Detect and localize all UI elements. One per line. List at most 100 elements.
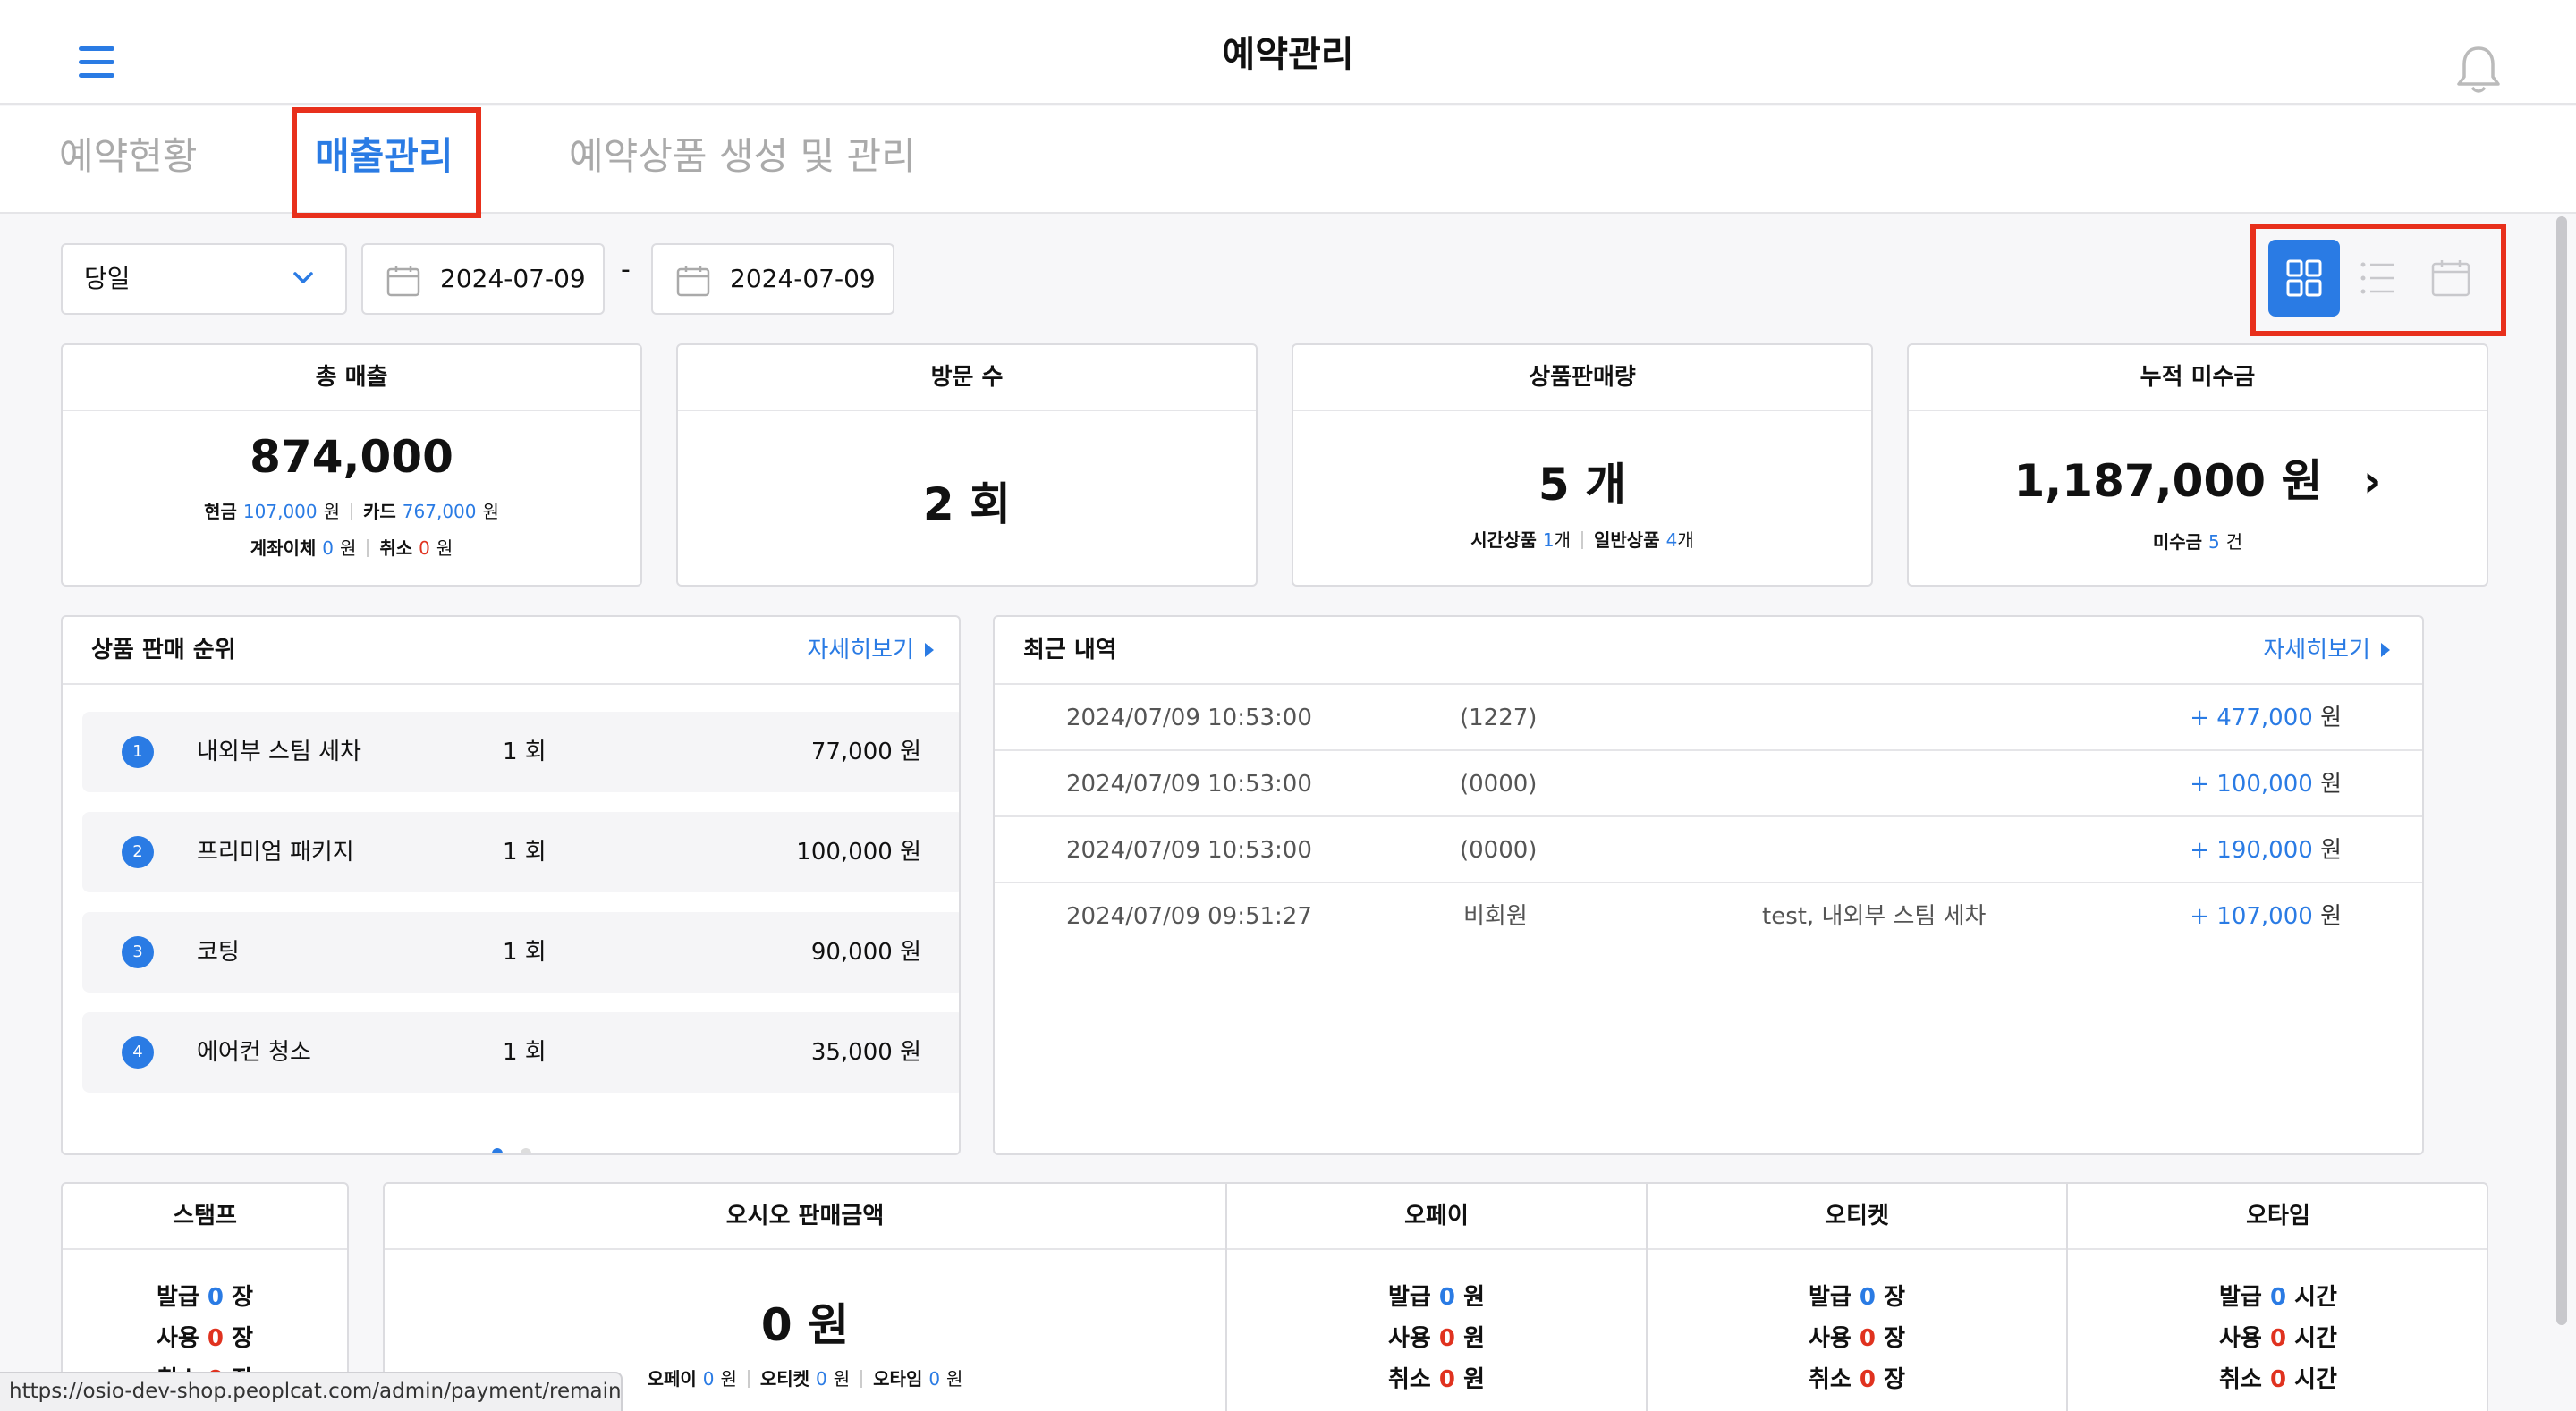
payment-breakdown-row2: 계좌이체 0 원 취소 0 원 [63, 534, 640, 560]
ranking-item[interactable]: 1 내외부 스팀 세차 1 회 77,000 원 [82, 712, 959, 792]
history-more-link[interactable]: 자세히보기 [2263, 617, 2390, 683]
stat-unit: 원 [1463, 1325, 1485, 1352]
cancel-value: 0 [419, 537, 430, 559]
calendar-view-icon [2431, 260, 2470, 297]
rank-number: 4 [122, 1036, 154, 1069]
history-row[interactable]: 2024/07/09 10:53:00 (1227) + 477,000 원 [995, 685, 2422, 751]
period-select[interactable]: 당일 [61, 243, 347, 315]
stat-label: 발급 [1809, 1284, 1852, 1311]
history-customer: (0000) [1460, 771, 1538, 798]
tab-sales-management[interactable]: 매출관리 [315, 106, 453, 212]
stat-value: 0 [1859, 1325, 1876, 1352]
history-amount-wrap: + 190,000 원 [2190, 817, 2342, 883]
triangle-right-icon [925, 643, 934, 657]
stat-value: 0 [1438, 1284, 1455, 1311]
ranking-item[interactable]: 3 코팅 1 회 90,000 원 [82, 912, 959, 993]
ranking-more-link[interactable]: 자세히보기 [807, 617, 934, 683]
stat-value: 0 [2269, 1366, 2287, 1393]
stat-label: 발급 [2219, 1284, 2262, 1311]
oticket-issue: 발급 0 장 [1648, 1277, 2066, 1318]
rank-product-name: 프리미엄 패키지 [197, 839, 354, 866]
history-customer: (1227) [1460, 705, 1538, 731]
vertical-scrollbar[interactable] [2556, 216, 2567, 1325]
oticket-value: 0 [816, 1368, 827, 1390]
stat-unit: 장 [1884, 1366, 1905, 1393]
osio-sales-title: 오시오 판매금액 [385, 1184, 1225, 1250]
rank-number: 3 [122, 936, 154, 968]
calendar-icon [386, 266, 420, 297]
stat-label: 발급 [157, 1284, 199, 1311]
rank-number: 2 [122, 836, 154, 868]
otime-cancel: 취소 0 시간 [2068, 1359, 2487, 1400]
grid-view-button[interactable] [2268, 240, 2340, 317]
tab-product-management[interactable]: 예약상품 생성 및 관리 [569, 106, 916, 212]
general-product-value: 4 [1665, 529, 1678, 551]
history-row[interactable]: 2024/07/09 10:53:00 (0000) + 100,000 원 [995, 751, 2422, 817]
history-product: test, 내외부 스팀 세차 [1762, 903, 1987, 930]
history-amount-wrap: + 107,000 원 [2190, 883, 2342, 950]
history-customer: 비회원 [1463, 903, 1528, 930]
transfer-value: 0 [322, 537, 335, 559]
pagination-dot[interactable] [521, 1148, 531, 1153]
opay-use: 사용 0 원 [1227, 1318, 1646, 1359]
chevron-right-icon[interactable]: › [2363, 455, 2382, 507]
opay-section: 오페이 발급 0 원 사용 0 원 취소 0 원 [1227, 1184, 1646, 1400]
calendar-view-button[interactable] [2413, 240, 2485, 317]
list-view-button[interactable] [2342, 240, 2413, 317]
rank-number: 1 [122, 736, 154, 768]
stamp-use: 사용 0 장 [63, 1318, 347, 1359]
otime-title: 오타임 [2068, 1184, 2487, 1250]
ranking-item[interactable]: 4 에어컨 청소 1 회 35,000 원 [82, 1012, 959, 1093]
receivables-value-row: 1,187,000 원 › [1909, 445, 2487, 510]
pagination-dot-active[interactable] [492, 1148, 503, 1153]
stat-unit: 원 [1463, 1284, 1485, 1311]
stat-unit: 원 [1463, 1366, 1485, 1393]
history-more-label: 자세히보기 [2263, 637, 2370, 663]
receivables-count-unit: 건 [2225, 531, 2243, 553]
history-unit: 원 [2320, 771, 2342, 798]
cancel-label: 취소 [379, 537, 413, 559]
history-amount-wrap: + 100,000 원 [2190, 751, 2342, 817]
oticket-use: 사용 0 장 [1648, 1318, 2066, 1359]
receivables-card[interactable]: 누적 미수금 1,187,000 원 › 미수금 5 건 [1907, 343, 2488, 587]
history-unit: 원 [2320, 705, 2342, 731]
stat-unit: 장 [232, 1284, 253, 1311]
ranking-item[interactable]: 2 프리미엄 패키지 1 회 100,000 원 [82, 812, 959, 892]
history-amount: + 100,000 [2190, 771, 2313, 798]
start-date-field[interactable]: 2024-07-09 [361, 243, 605, 315]
general-product-unit: 개 [1677, 529, 1694, 551]
cash-unit: 원 [323, 501, 340, 522]
opay-label: 오페이 [647, 1368, 697, 1390]
rank-count: 1 회 [503, 739, 547, 765]
end-date-field[interactable]: 2024-07-09 [651, 243, 894, 315]
tab-reservation-status[interactable]: 예약현황 [59, 106, 198, 212]
visits-value: 2 회 [922, 478, 1012, 530]
grid-view-icon [2286, 259, 2322, 297]
history-amount: + 107,000 [2190, 903, 2313, 930]
history-amount-wrap: + 477,000 원 [2190, 685, 2342, 751]
visits-title: 방문 수 [678, 345, 1256, 411]
history-row[interactable]: 2024/07/09 09:51:27 비회원 test, 내외부 스팀 세차 … [995, 883, 2422, 950]
bell-icon[interactable] [2456, 45, 2501, 97]
stat-label: 사용 [1809, 1325, 1852, 1352]
stat-unit: 장 [1884, 1284, 1905, 1311]
rank-product-name: 코팅 [197, 939, 240, 966]
products-sold-card: 상품판매량 5 개 시간상품 1개 일반상품 4개 [1292, 343, 1873, 587]
payment-breakdown-row1: 현금 107,000 원 카드 767,000 원 [63, 497, 640, 523]
otime-section: 오타임 발급 0 시간 사용 0 시간 취소 0 시간 [2068, 1184, 2487, 1400]
rank-amount: 90,000 원 [810, 939, 921, 966]
otime-unit: 원 [946, 1368, 963, 1390]
stat-value: 0 [1859, 1284, 1876, 1311]
oticket-unit: 원 [833, 1368, 851, 1390]
history-row[interactable]: 2024/07/09 10:53:00 (0000) + 190,000 원 [995, 817, 2422, 883]
receivables-title: 누적 미수금 [1909, 345, 2487, 411]
rank-amount: 35,000 원 [810, 1039, 921, 1066]
visits-card: 방문 수 2 회 [676, 343, 1258, 587]
triangle-right-icon [2381, 643, 2390, 657]
history-datetime: 2024/07/09 10:53:00 [1066, 705, 1312, 731]
stat-unit: 장 [1884, 1325, 1905, 1352]
stat-value: 0 [207, 1325, 224, 1352]
rank-count: 1 회 [503, 939, 547, 966]
oticket-stats: 발급 0 장 사용 0 장 취소 0 장 [1648, 1250, 2066, 1400]
status-bar-url: https://osio-dev-shop.peoplcat.com/admin… [0, 1372, 623, 1411]
